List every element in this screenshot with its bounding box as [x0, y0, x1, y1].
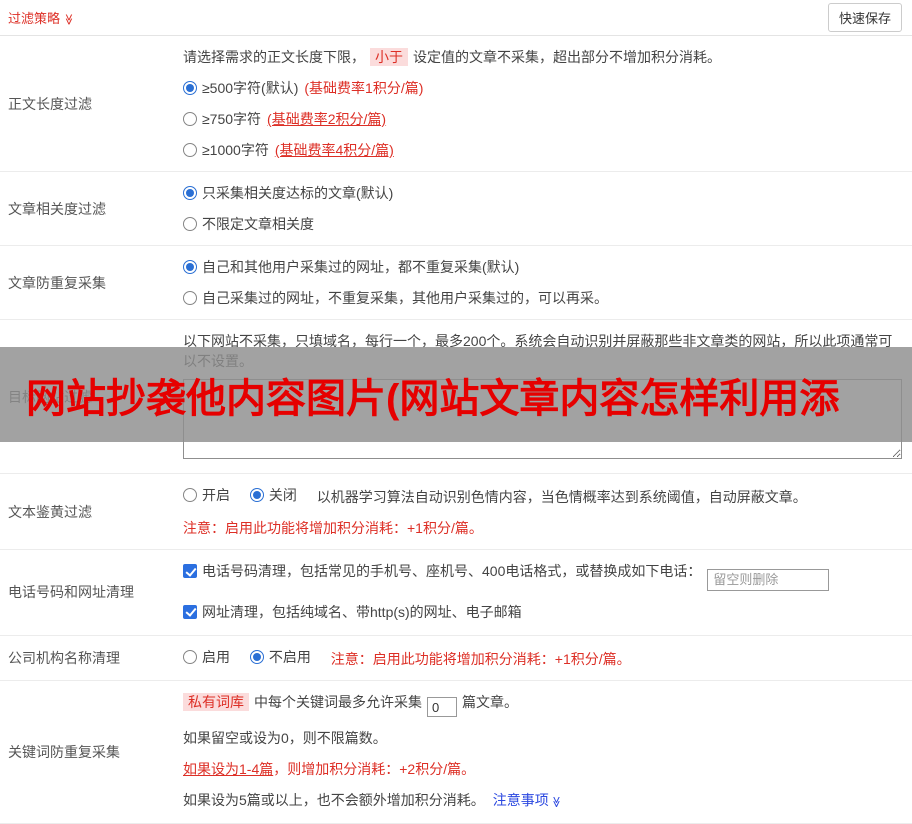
length-filter-intro: 请选择需求的正文长度下限， 小于设定值的文章不采集，超出部分不增加积分消耗。 — [183, 47, 902, 67]
radio-checked-icon[interactable] — [183, 260, 197, 274]
line4-text: 如果设为5篇或以上，也不会额外增加积分消耗。 — [183, 792, 485, 808]
line3-rest: ，则增加积分消耗：+2积分/篇。 — [273, 761, 475, 777]
phone-clean-label: 电话号码和网址清理 — [0, 550, 175, 635]
radio-checked-icon[interactable] — [250, 488, 264, 502]
option-text: 自己采集过的网址，不重复采集，其他用户采集过的，可以再采。 — [202, 288, 608, 308]
porn-filter-options: 开启 关闭 以机器学习算法自动识别色情内容，当色情概率达到系统阈值，自动屏蔽文章… — [183, 485, 902, 507]
option-text: 不启用 — [269, 647, 311, 667]
radio-checked-icon[interactable] — [183, 186, 197, 200]
line1-text-after: 篇文章。 — [462, 694, 518, 710]
keyword-limit-content: 私有词库中每个关键词最多允许采集 篇文章。 如果留空或设为0，则不限篇数。 如果设… — [175, 681, 912, 824]
option-fee-note: (基础费率1积分/篇) — [304, 78, 423, 98]
keyword-limit-line1: 私有词库中每个关键词最多允许采集 篇文章。 — [183, 692, 902, 718]
option-text: 只采集相关度达标的文章(默认) — [202, 183, 393, 203]
option-text: ≥500字符(默认) — [202, 78, 298, 98]
watermark-banner: 网站抄袭他内容图片(网站文章内容怎样利用添 — [0, 347, 912, 442]
option-fee-note: (基础费率2积分/篇) — [267, 109, 386, 129]
watermark-text: 网站抄袭他内容图片(网站文章内容怎样利用添 — [26, 366, 839, 424]
dedup-option-self[interactable]: 自己采集过的网址，不重复采集，其他用户采集过的，可以再采。 — [183, 288, 902, 308]
keyword-limit-line4: 如果设为5篇或以上，也不会额外增加积分消耗。注意事项≫ — [183, 790, 902, 812]
phone-clean-content: 电话号码清理，包括常见的手机号、座机号、400电话格式，或替换成如下电话： 网址… — [175, 550, 912, 635]
row-length-filter: 正文长度过滤 请选择需求的正文长度下限， 小于设定值的文章不采集，超出部分不增加积… — [0, 36, 912, 172]
radio-unchecked-icon[interactable] — [183, 291, 197, 305]
company-clean-content: 启用 不启用 注意：启用此功能将增加积分消耗：+1积分/篇。 — [175, 636, 912, 680]
intro-text-after: 设定值的文章不采集，超出部分不增加积分消耗。 — [413, 49, 721, 65]
keyword-limit-line2: 如果留空或设为0，则不限篇数。 — [183, 728, 902, 748]
length-option-1000[interactable]: ≥1000字符 (基础费率4积分/篇) — [183, 140, 902, 160]
relevance-option-any[interactable]: 不限定文章相关度 — [183, 214, 902, 234]
checkbox-checked-icon[interactable] — [183, 564, 197, 578]
radio-unchecked-icon[interactable] — [183, 112, 197, 126]
company-option-on[interactable]: 启用 — [183, 647, 230, 667]
line1-text: 中每个关键词最多允许采集 — [254, 694, 422, 710]
row-relevance-filter: 文章相关度过滤 只采集相关度达标的文章(默认) 不限定文章相关度 — [0, 172, 912, 246]
chevron-down-icon: ≫ — [62, 14, 75, 26]
option-text: 网址清理，包括纯域名、带http(s)的网址、电子邮箱 — [202, 602, 522, 622]
porn-filter-label: 文本鉴黄过滤 — [0, 474, 175, 549]
length-option-750[interactable]: ≥750字符 (基础费率2积分/篇) — [183, 109, 902, 129]
radio-checked-icon[interactable] — [250, 650, 264, 664]
top-bar: 过滤策略≫ 快速保存 — [0, 0, 912, 36]
company-clean-note: 注意：启用此功能将增加积分消耗：+1积分/篇。 — [331, 651, 631, 667]
relevance-filter-content: 只采集相关度达标的文章(默认) 不限定文章相关度 — [175, 172, 912, 245]
url-clean-checkbox-option[interactable]: 网址清理，包括纯域名、带http(s)的网址、电子邮箱 — [183, 602, 522, 622]
radio-unchecked-icon[interactable] — [183, 488, 197, 502]
porn-option-on[interactable]: 开启 — [183, 485, 230, 505]
page-title-toggle[interactable]: 过滤策略≫ — [8, 8, 75, 27]
checkbox-checked-icon[interactable] — [183, 605, 197, 619]
chevron-down-icon: ≫ — [546, 796, 566, 808]
length-option-500[interactable]: ≥500字符(默认) (基础费率1积分/篇) — [183, 78, 902, 98]
row-keyword-limit: 关键词防重复采集 私有词库中每个关键词最多允许采集 篇文章。 如果留空或设为0，则… — [0, 681, 912, 824]
option-text: 电话号码清理，包括常见的手机号、座机号、400电话格式，或替换成如下电话： — [202, 561, 701, 581]
relevance-option-strict[interactable]: 只采集相关度达标的文章(默认) — [183, 183, 902, 203]
keyword-limit-line3: 如果设为1-4篇，则增加积分消耗：+2积分/篇。 — [183, 759, 902, 779]
option-text: ≥750字符 — [202, 109, 261, 129]
phone-clean-checkbox-option[interactable]: 电话号码清理，包括常见的手机号、座机号、400电话格式，或替换成如下电话： — [183, 561, 701, 581]
porn-filter-description: 以机器学习算法自动识别色情内容，当色情概率达到系统阈值，自动屏蔽文章。 — [317, 489, 807, 505]
phone-replace-input[interactable] — [707, 569, 829, 591]
length-filter-content: 请选择需求的正文长度下限， 小于设定值的文章不采集，超出部分不增加积分消耗。 ≥5… — [175, 36, 912, 171]
porn-option-off[interactable]: 关闭 — [250, 485, 297, 505]
phone-clean-line: 电话号码清理，包括常见的手机号、座机号、400电话格式，或替换成如下电话： — [183, 561, 902, 591]
private-lexicon-highlight: 私有词库 — [183, 693, 249, 711]
row-dedup-filter: 文章防重复采集 自己和其他用户采集过的网址，都不重复采集(默认) 自己采集过的网… — [0, 246, 912, 320]
relevance-filter-label: 文章相关度过滤 — [0, 172, 175, 245]
radio-unchecked-icon[interactable] — [183, 217, 197, 231]
option-fee-note: (基础费率4积分/篇) — [275, 140, 394, 160]
option-text: 不限定文章相关度 — [202, 214, 314, 234]
dedup-option-global[interactable]: 自己和其他用户采集过的网址，都不重复采集(默认) — [183, 257, 902, 277]
keyword-limit-label: 关键词防重复采集 — [0, 681, 175, 824]
row-company-clean: 公司机构名称清理 启用 不启用 注意：启用此功能将增加积分消耗：+1积分/篇。 — [0, 636, 912, 681]
dedup-filter-label: 文章防重复采集 — [0, 246, 175, 319]
company-clean-options: 启用 不启用 注意：启用此功能将增加积分消耗：+1积分/篇。 — [183, 647, 902, 669]
dedup-filter-content: 自己和其他用户采集过的网址，都不重复采集(默认) 自己采集过的网址，不重复采集，… — [175, 246, 912, 319]
notes-link-text: 注意事项 — [493, 792, 549, 808]
url-clean-line: 网址清理，包括纯域名、带http(s)的网址、电子邮箱 — [183, 602, 902, 624]
row-phone-url-clean: 电话号码和网址清理 电话号码清理，包括常见的手机号、座机号、400电话格式，或替… — [0, 550, 912, 636]
option-text: 启用 — [202, 647, 230, 667]
line3-underlined: 如果设为1-4篇 — [183, 761, 273, 777]
length-filter-label: 正文长度过滤 — [0, 36, 175, 171]
porn-filter-content: 开启 关闭 以机器学习算法自动识别色情内容，当色情概率达到系统阈值，自动屏蔽文章… — [175, 474, 912, 549]
radio-unchecked-icon[interactable] — [183, 143, 197, 157]
notes-link[interactable]: 注意事项≫ — [493, 792, 562, 808]
option-text: 关闭 — [269, 485, 297, 505]
radio-unchecked-icon[interactable] — [183, 650, 197, 664]
less-than-highlight: 小于 — [370, 48, 408, 66]
option-text: 自己和其他用户采集过的网址，都不重复采集(默认) — [202, 257, 519, 277]
porn-filter-note: 注意：启用此功能将增加积分消耗：+1积分/篇。 — [183, 518, 902, 538]
quick-save-button[interactable]: 快速保存 — [828, 3, 902, 32]
radio-checked-icon[interactable] — [183, 81, 197, 95]
intro-text-before: 请选择需求的正文长度下限， — [183, 49, 365, 65]
company-clean-label: 公司机构名称清理 — [0, 636, 175, 680]
keyword-count-input[interactable] — [427, 697, 457, 717]
option-text: 开启 — [202, 485, 230, 505]
row-porn-filter: 文本鉴黄过滤 开启 关闭 以机器学习算法自动识别色情内容，当色情概率达到系统阈值… — [0, 474, 912, 550]
page-title: 过滤策略 — [8, 11, 60, 26]
company-option-off[interactable]: 不启用 — [250, 647, 311, 667]
option-text: ≥1000字符 — [202, 140, 269, 160]
